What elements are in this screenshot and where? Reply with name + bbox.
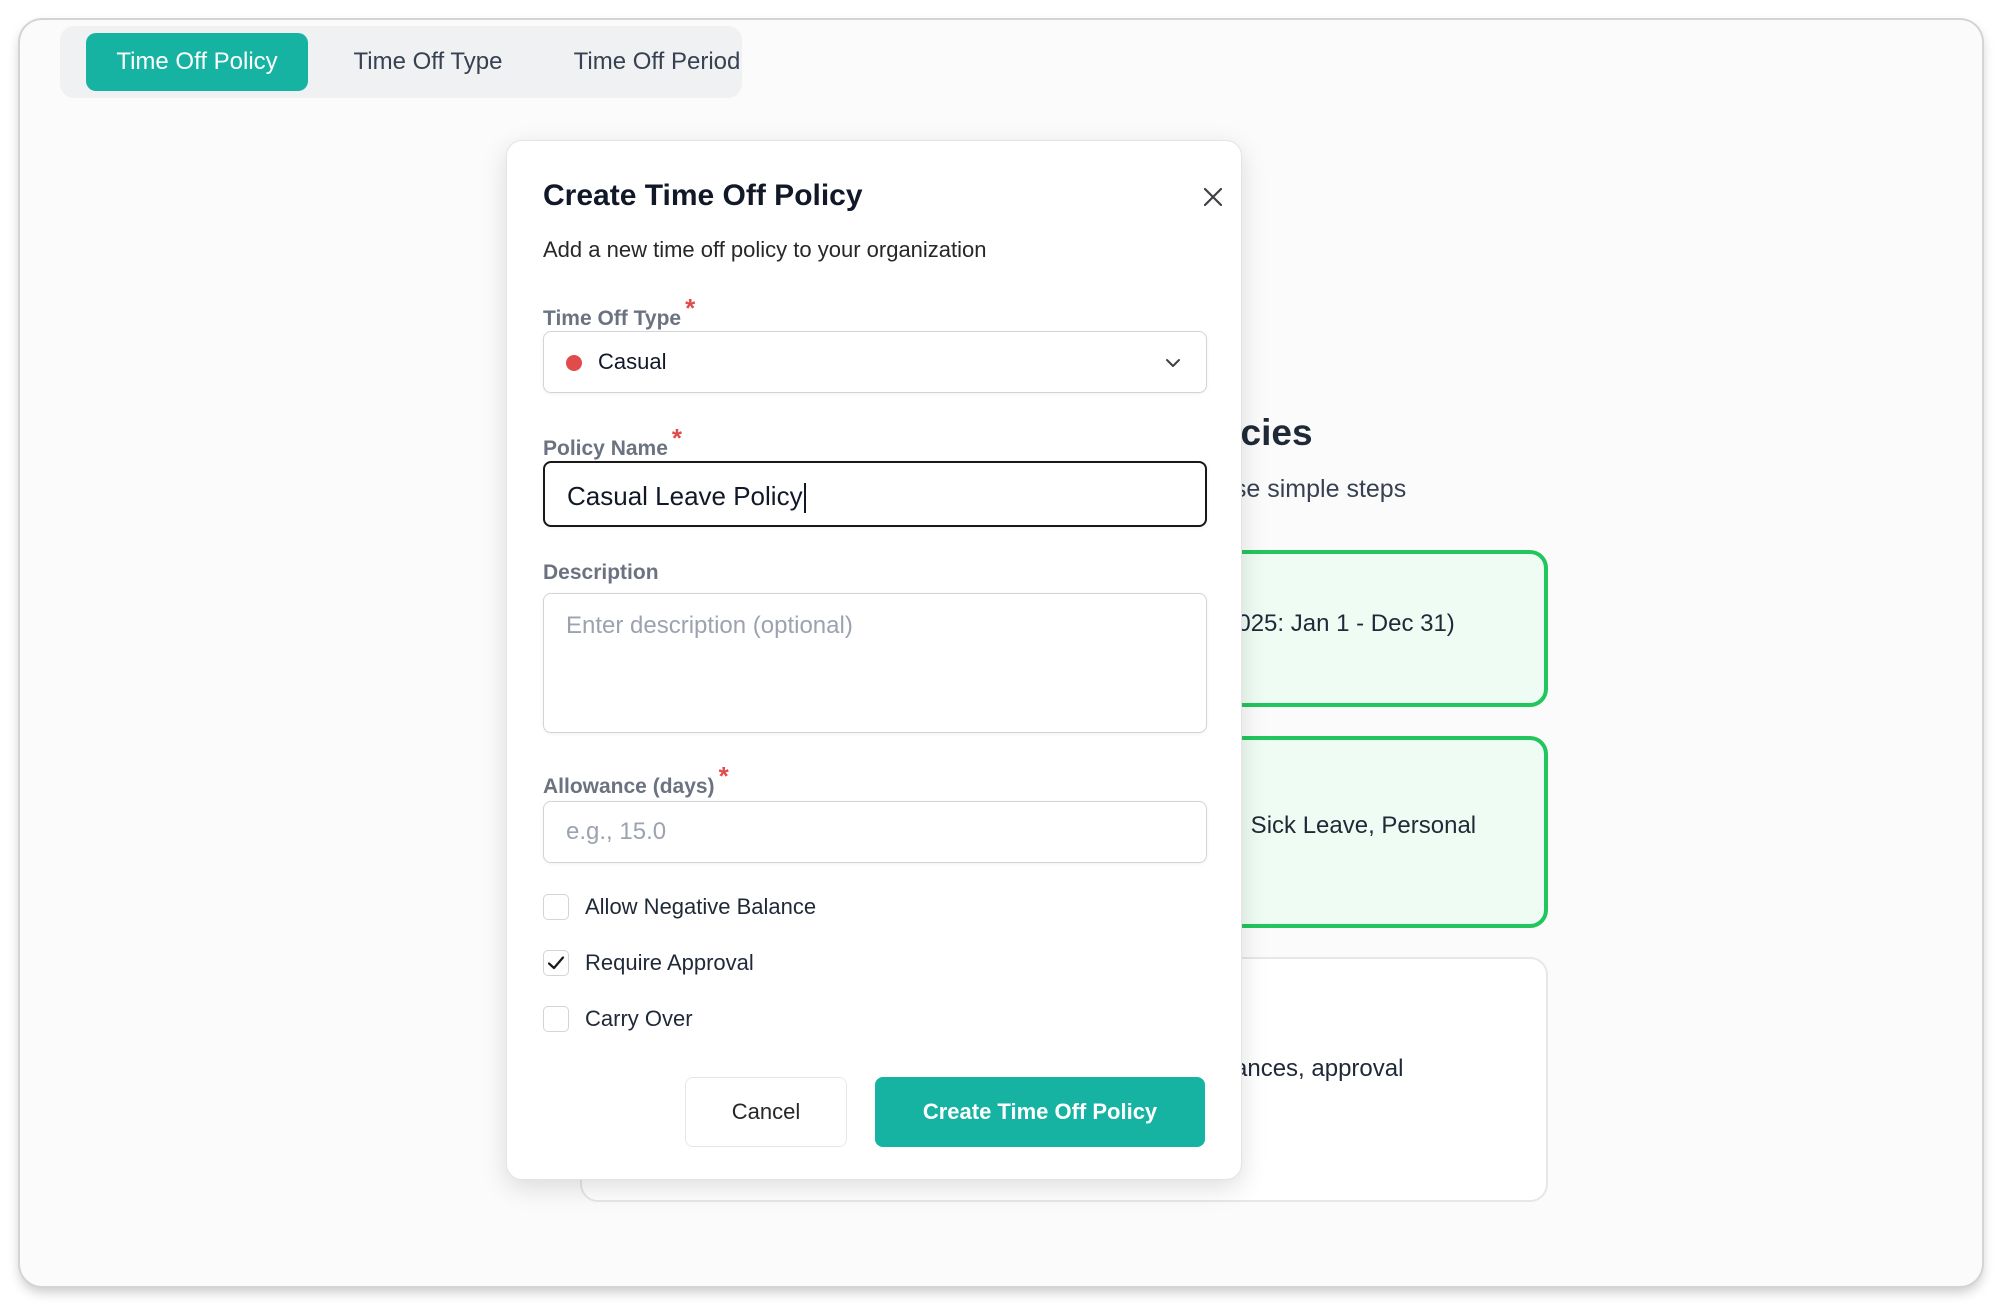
cancel-button[interactable]: Cancel	[685, 1077, 847, 1147]
time-off-type-label: Time Off Type *	[543, 293, 696, 330]
text-caret	[803, 483, 806, 514]
time-off-type-select[interactable]: Casual	[543, 331, 1207, 393]
checkmark-icon	[547, 956, 565, 970]
required-mark: *	[685, 293, 696, 323]
tab-time-off-period[interactable]: Time Off Period	[552, 33, 762, 91]
close-button[interactable]	[1197, 181, 1229, 213]
chevron-down-icon	[1166, 359, 1180, 367]
description-textarea[interactable]: Enter description (optional)	[543, 593, 1207, 733]
close-icon	[1203, 187, 1223, 207]
allowance-input[interactable]: e.g., 15.0	[543, 801, 1207, 863]
dialog-subtitle: Add a new time off policy to your organi…	[543, 237, 987, 262]
description-placeholder: Enter description (optional)	[566, 612, 853, 639]
checkbox-box[interactable]	[543, 950, 569, 976]
page-subheading: ese simple steps	[1220, 475, 1407, 503]
checkbox-label: Require Approval	[585, 950, 754, 975]
step-card-text: e, Sick Leave, Personal	[1224, 812, 1477, 839]
checkbox-box[interactable]	[543, 1006, 569, 1032]
app-window: Time Off Policy Time Off Type Time Off P…	[20, 20, 1982, 1286]
checkbox-label: Carry Over	[585, 1006, 693, 1031]
policy-name-input[interactable]: Casual Leave Policy	[543, 461, 1207, 527]
tab-time-off-policy[interactable]: Time Off Policy	[86, 33, 308, 91]
checkbox-box[interactable]	[543, 894, 569, 920]
tab-time-off-type[interactable]: Time Off Type	[326, 33, 530, 91]
time-off-type-value: Casual	[598, 349, 667, 374]
tab-bar: Time Off Policy Time Off Type Time Off P…	[60, 26, 742, 98]
allowance-label: Allowance (days) *	[543, 761, 729, 798]
require-approval-checkbox[interactable]: Require Approval	[543, 948, 754, 978]
type-color-dot	[566, 355, 582, 371]
policy-name-label: Policy Name *	[543, 423, 683, 460]
create-policy-button[interactable]: Create Time Off Policy	[875, 1077, 1205, 1147]
allow-negative-balance-checkbox[interactable]: Allow Negative Balance	[543, 892, 816, 922]
checkbox-label: Allow Negative Balance	[585, 894, 817, 919]
description-label: Description	[543, 561, 659, 584]
allowance-placeholder: e.g., 15.0	[566, 818, 667, 845]
step-card-text: vances, approval	[1222, 1055, 1404, 1082]
dialog-title: Create Time Off Policy	[543, 179, 863, 212]
step-card-text: 2025: Jan 1 - Dec 31)	[1224, 610, 1455, 637]
create-policy-dialog: Create Time Off Policy Add a new time of…	[506, 140, 1242, 1180]
required-mark: *	[718, 761, 729, 791]
carry-over-checkbox[interactable]: Carry Over	[543, 1004, 693, 1034]
policy-name-value: Casual Leave Policy	[567, 481, 806, 514]
required-mark: *	[671, 423, 683, 453]
